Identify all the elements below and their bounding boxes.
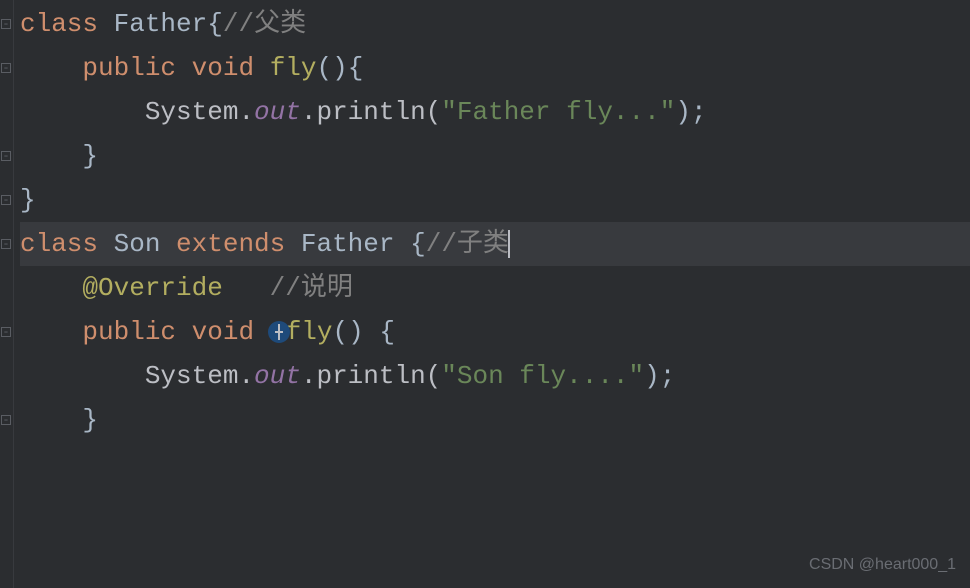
identifier: System. (145, 354, 254, 398)
comment: //子类 (426, 222, 509, 266)
code-line-active[interactable]: class Son extends Father {//子类 (20, 222, 970, 266)
code-line[interactable]: public void fly() { (20, 310, 970, 354)
field-name: out (254, 90, 301, 134)
code-editor[interactable]: class Father{//父类 public void fly(){ Sys… (0, 0, 970, 588)
fold-icon[interactable] (0, 2, 12, 46)
fold-icon[interactable] (0, 178, 12, 222)
fold-icon[interactable] (0, 222, 12, 266)
code-line[interactable]: } (20, 134, 970, 178)
fold-icon[interactable] (0, 134, 12, 178)
brace: } (82, 134, 98, 178)
comment: //父类 (223, 2, 306, 46)
class-name: Father (114, 2, 208, 46)
brace: } (20, 178, 36, 222)
punct: ); (675, 90, 706, 134)
code-line[interactable]: } (20, 178, 970, 222)
brace: { (395, 222, 426, 266)
string-literal: "Father fly..." (441, 90, 675, 134)
field-name: out (254, 354, 301, 398)
fold-icon[interactable] (0, 398, 12, 442)
code-line[interactable]: System.out.println("Father fly..."); (20, 90, 970, 134)
parens: () { (333, 310, 395, 354)
keyword: class (20, 2, 98, 46)
fold-gutter (0, 0, 14, 588)
punct: ); (644, 354, 675, 398)
code-line[interactable]: class Father{//父类 (20, 2, 970, 46)
keyword: void (192, 46, 254, 90)
code-line[interactable]: @Override //说明 (20, 266, 970, 310)
string-literal: "Son fly...." (441, 354, 644, 398)
code-area[interactable]: class Father{//父类 public void fly(){ Sys… (14, 0, 970, 588)
parens: (){ (317, 46, 364, 90)
code-line[interactable]: System.out.println("Son fly...."); (20, 354, 970, 398)
comment: //说明 (270, 266, 353, 310)
method-name: ly (301, 310, 332, 354)
keyword: extends (176, 222, 285, 266)
caret-indicator-icon (268, 321, 290, 343)
keyword: void (192, 310, 254, 354)
call: .println( (301, 354, 441, 398)
keyword: public (82, 46, 176, 90)
watermark: CSDN @heart000_1 (809, 551, 956, 578)
brace: { (207, 2, 223, 46)
code-line[interactable]: } (20, 398, 970, 442)
identifier: System. (145, 90, 254, 134)
call: .println( (301, 90, 441, 134)
fold-icon[interactable] (0, 46, 12, 90)
text-cursor (508, 230, 510, 258)
keyword: public (82, 310, 176, 354)
class-name: Father (301, 222, 395, 266)
fold-icon[interactable] (0, 310, 12, 354)
keyword: class (20, 222, 98, 266)
code-line[interactable]: public void fly(){ (20, 46, 970, 90)
annotation: @Override (82, 266, 222, 310)
method-name: fly (270, 46, 317, 90)
brace: } (82, 398, 98, 442)
class-name: Son (114, 222, 161, 266)
